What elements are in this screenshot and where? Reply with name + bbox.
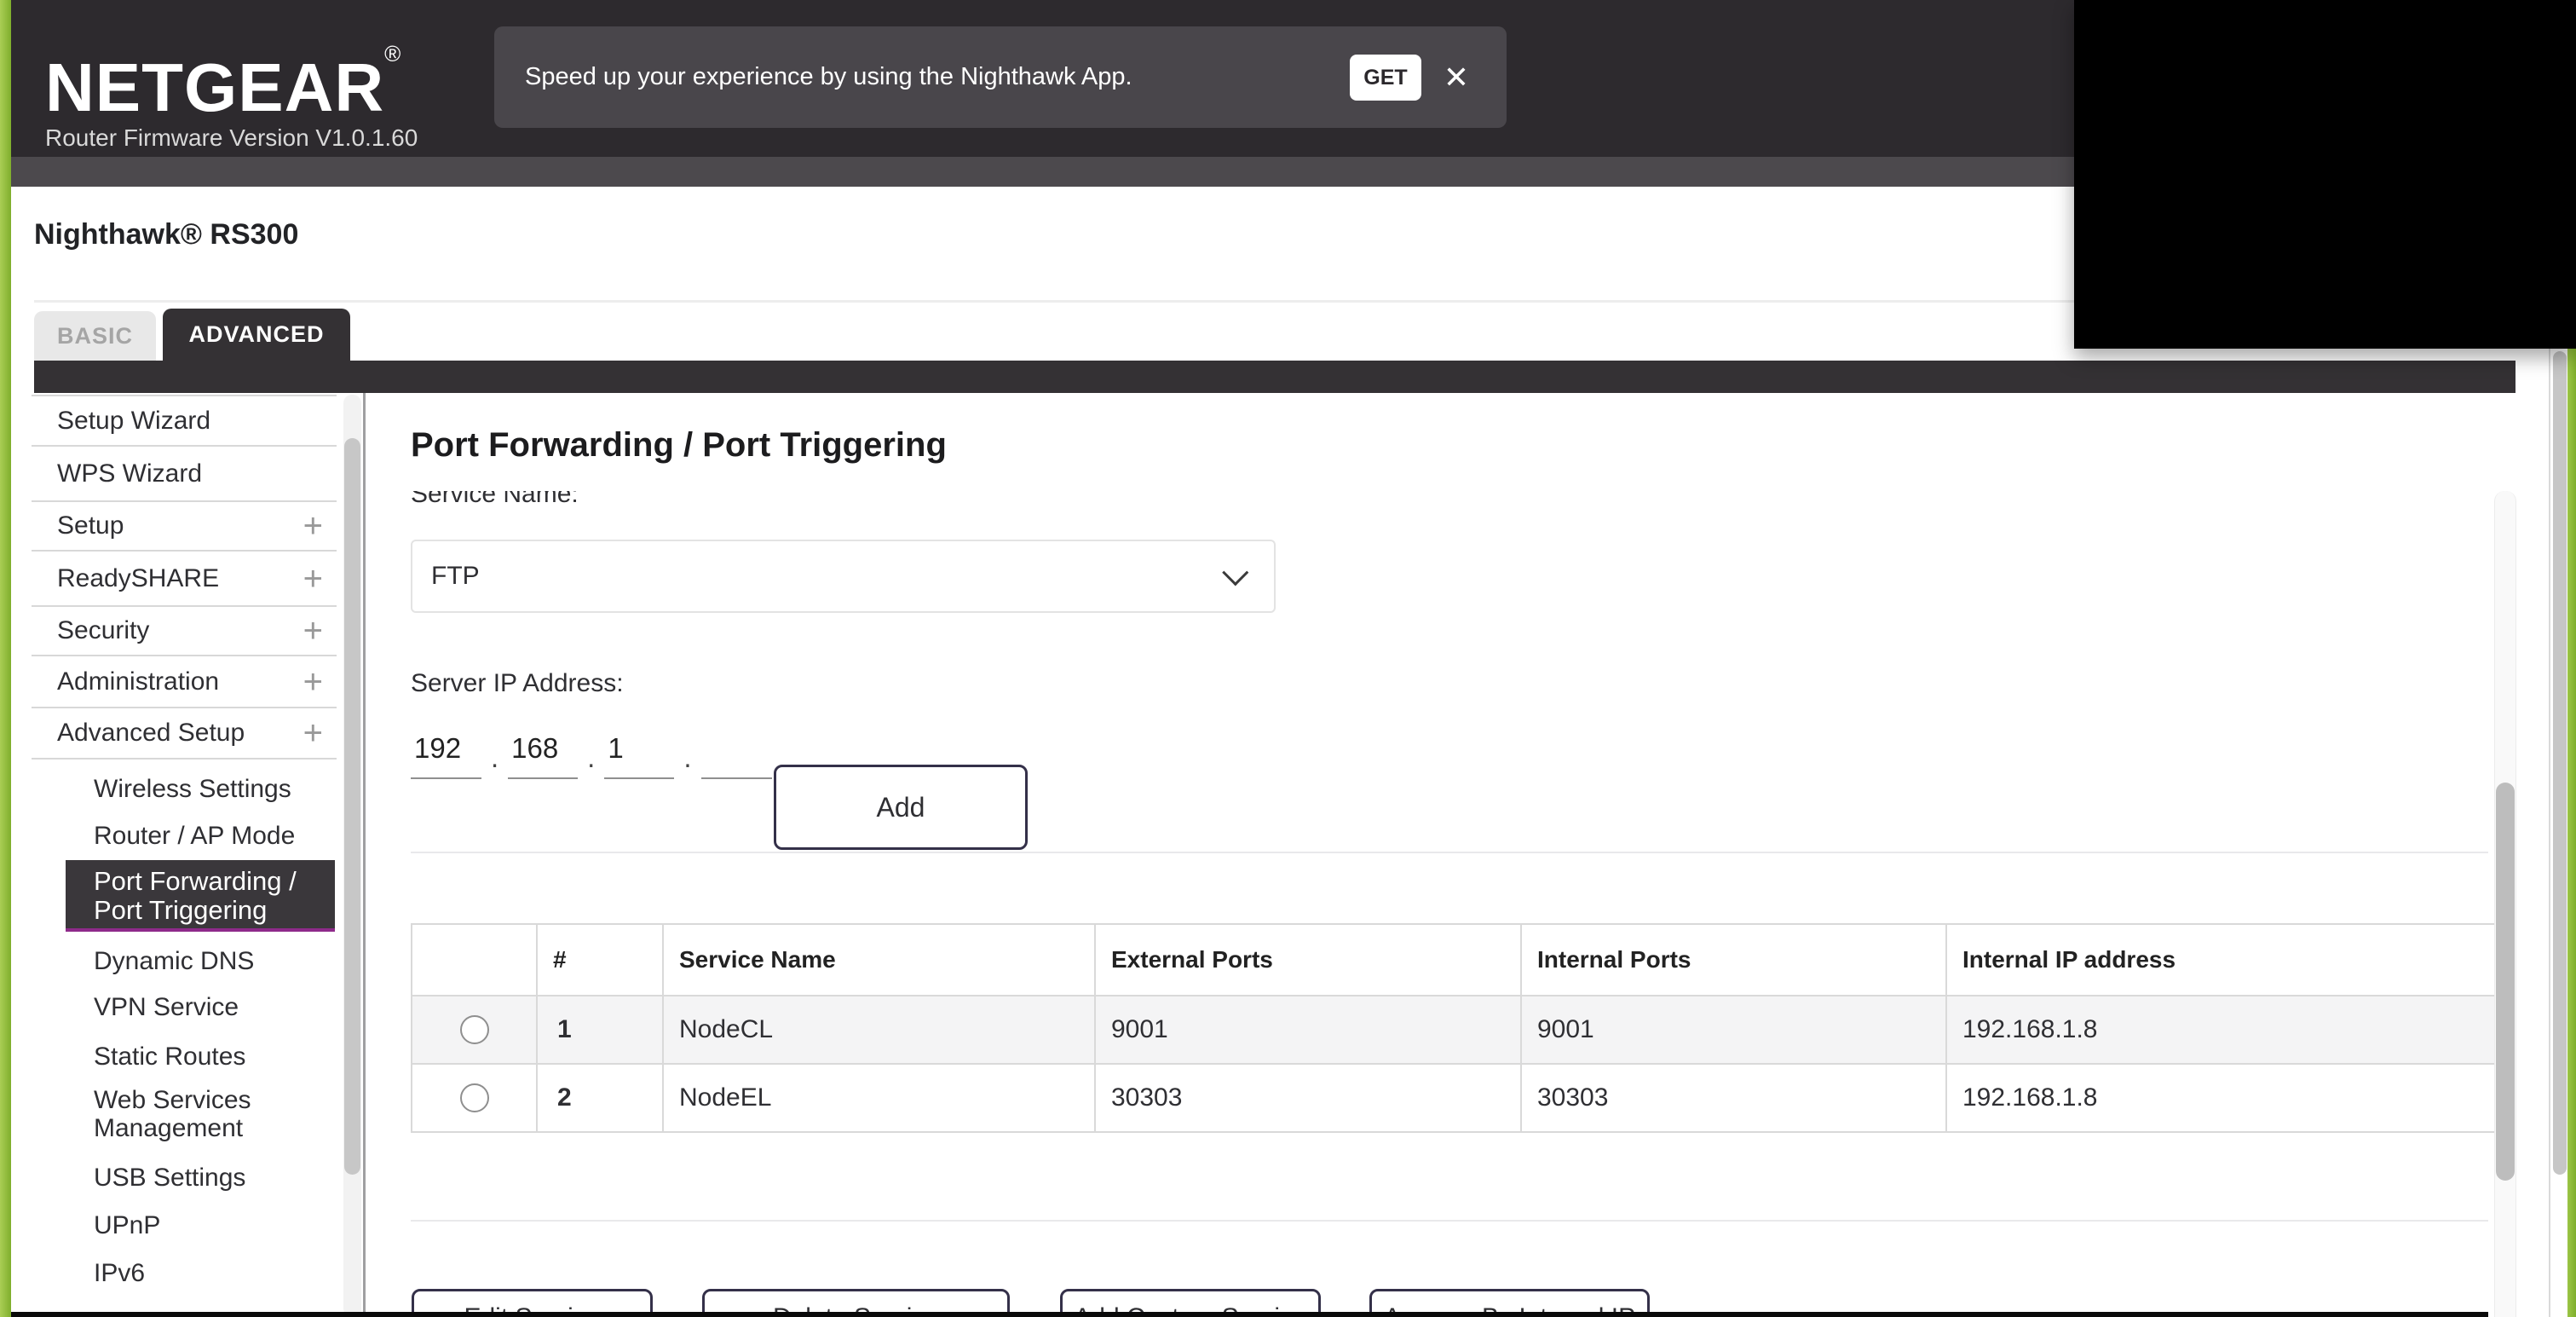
router-admin-page: NETGEAR® Router Firmware Version V1.0.1.… bbox=[0, 0, 2576, 1317]
sidebar-item-label: WPS Wizard bbox=[57, 459, 203, 488]
ip-dot: . bbox=[683, 742, 692, 773]
col-internal-ports: Internal Ports bbox=[1520, 923, 1947, 996]
close-icon[interactable]: ✕ bbox=[1437, 58, 1476, 97]
netgear-logo-text: NETGEAR bbox=[45, 49, 385, 125]
sidebar-item-readyshare[interactable]: ReadySHARE + bbox=[32, 550, 337, 605]
col-external-ports: External Ports bbox=[1094, 923, 1522, 996]
ip-octet-1-input[interactable] bbox=[411, 726, 481, 779]
ip-dot: . bbox=[491, 742, 499, 773]
row-internal-ip: 192.168.1.8 bbox=[1945, 1063, 2497, 1133]
sidebar-item-wireless-settings[interactable]: Wireless Settings bbox=[94, 772, 291, 806]
sidebar-item-label: Port Forwarding / Port Triggering bbox=[94, 866, 297, 925]
redacted-black-box bbox=[2074, 0, 2576, 349]
tab-basic[interactable]: BASIC bbox=[34, 311, 156, 361]
ip-octet-2-input[interactable] bbox=[508, 726, 579, 779]
sidebar-item-label: Administration bbox=[57, 667, 220, 696]
sidebar-content-divider bbox=[363, 393, 366, 1317]
sidebar-item-upnp[interactable]: UPnP bbox=[94, 1209, 160, 1243]
col-service-name: Service Name bbox=[662, 923, 1096, 996]
sidebar-item-wps-wizard[interactable]: WPS Wizard bbox=[32, 445, 337, 500]
plus-icon[interactable]: + bbox=[303, 614, 323, 648]
col-radio bbox=[411, 923, 538, 996]
row-external-ports: 30303 bbox=[1094, 1063, 1522, 1133]
row-internal-ports: 30303 bbox=[1520, 1063, 1947, 1133]
server-ip-label: Server IP Address: bbox=[411, 669, 624, 697]
row-1-radio[interactable] bbox=[460, 1015, 489, 1044]
get-app-button[interactable]: GET bbox=[1350, 55, 1421, 101]
plus-icon[interactable]: + bbox=[303, 716, 323, 750]
netgear-logo: NETGEAR® bbox=[45, 43, 401, 122]
sidebar-item-label: Security bbox=[57, 616, 150, 644]
sidebar-scrollbar-thumb[interactable] bbox=[344, 438, 360, 1175]
registered-mark: ® bbox=[384, 41, 402, 66]
port-forwarding-table: # Service Name External Ports Internal P… bbox=[411, 923, 2497, 1133]
table-row: 2 NodeEL 30303 30303 192.168.1.8 bbox=[411, 1063, 2497, 1133]
sidebar-item-security[interactable]: Security + bbox=[32, 605, 337, 655]
row-internal-ports: 9001 bbox=[1520, 995, 1947, 1065]
sidebar-item-web-services-management[interactable]: Web Services Management bbox=[94, 1086, 332, 1142]
sidebar-item-label: ReadySHARE bbox=[57, 563, 220, 592]
page-title: Port Forwarding / Port Triggering bbox=[411, 426, 947, 464]
sidebar-item-ipv6[interactable]: IPv6 bbox=[94, 1256, 145, 1291]
ip-dot: . bbox=[587, 742, 596, 773]
sidebar-item-label: Setup bbox=[57, 511, 124, 540]
service-name-selected-value: FTP bbox=[431, 562, 480, 590]
sidebar-item-label: Setup Wizard bbox=[57, 406, 211, 435]
server-ip-inputs: . . . bbox=[411, 726, 772, 779]
sidebar-item-setup[interactable]: Setup + bbox=[32, 500, 337, 550]
row-external-ports: 9001 bbox=[1094, 995, 1522, 1065]
plus-icon[interactable]: + bbox=[303, 665, 323, 699]
sidebar-item-advanced-setup[interactable]: Advanced Setup + bbox=[32, 707, 337, 758]
row-number: 2 bbox=[536, 1063, 664, 1133]
service-name-label-clipped: Service Name: bbox=[411, 491, 752, 509]
service-name-select[interactable]: FTP bbox=[411, 540, 1276, 613]
sidebar-item-router-ap-mode[interactable]: Router / AP Mode bbox=[94, 819, 295, 853]
right-green-edge bbox=[2567, 348, 2576, 1317]
page-right-border bbox=[2549, 349, 2550, 1317]
table-row: 1 NodeCL 9001 9001 192.168.1.8 bbox=[411, 995, 2497, 1065]
sidebar-item-static-routes[interactable]: Static Routes bbox=[94, 1040, 245, 1074]
col-number: # bbox=[536, 923, 664, 996]
divider bbox=[411, 1220, 2488, 1222]
plus-icon[interactable]: + bbox=[303, 509, 323, 543]
col-internal-ip: Internal IP address bbox=[1945, 923, 2497, 996]
chevron-down-icon bbox=[1222, 559, 1249, 586]
sidebar-item-vpn-service[interactable]: VPN Service bbox=[94, 991, 239, 1025]
ip-octet-4-input[interactable] bbox=[700, 726, 772, 779]
product-name: Nighthawk® RS300 bbox=[34, 218, 299, 251]
divider bbox=[411, 852, 2488, 853]
row-number: 1 bbox=[536, 995, 664, 1065]
sidebar-item-usb-settings[interactable]: USB Settings bbox=[94, 1161, 245, 1195]
row-2-radio[interactable] bbox=[460, 1083, 489, 1112]
sidebar-nav: Setup Wizard WPS Wizard Setup + ReadySHA… bbox=[32, 395, 337, 758]
tab-advanced[interactable]: ADVANCED bbox=[163, 309, 350, 361]
row-service-name: NodeEL bbox=[662, 1063, 1096, 1133]
divider bbox=[32, 758, 337, 760]
bottom-black-strip bbox=[0, 1312, 2488, 1317]
sidebar-item-port-forwarding-selected[interactable]: Port Forwarding / Port Triggering bbox=[66, 860, 335, 932]
sidebar-item-administration[interactable]: Administration + bbox=[32, 655, 337, 707]
nav-dark-bar bbox=[34, 361, 2515, 393]
row-service-name: NodeCL bbox=[662, 995, 1096, 1065]
sidebar-item-setup-wizard[interactable]: Setup Wizard bbox=[32, 395, 337, 445]
browser-scrollbar-thumb[interactable] bbox=[2553, 351, 2567, 1175]
content-scrollbar-thumb[interactable] bbox=[2496, 783, 2515, 1181]
service-name-label: Service Name: bbox=[411, 491, 579, 508]
row-internal-ip: 192.168.1.8 bbox=[1945, 995, 2497, 1065]
plus-icon[interactable]: + bbox=[303, 562, 323, 596]
sidebar-item-label: Advanced Setup bbox=[57, 719, 245, 747]
add-button[interactable]: Add bbox=[774, 765, 1028, 850]
banner-message: Speed up your experience by using the Ni… bbox=[525, 63, 1132, 90]
left-green-edge bbox=[0, 0, 11, 1317]
ip-octet-3-input[interactable] bbox=[604, 726, 675, 779]
table-header-row: # Service Name External Ports Internal P… bbox=[411, 923, 2497, 996]
sidebar-item-dynamic-dns[interactable]: Dynamic DNS bbox=[94, 944, 254, 979]
firmware-version-label: Router Firmware Version V1.0.1.60 bbox=[45, 124, 418, 151]
nighthawk-app-banner: Speed up your experience by using the Ni… bbox=[494, 26, 1507, 128]
